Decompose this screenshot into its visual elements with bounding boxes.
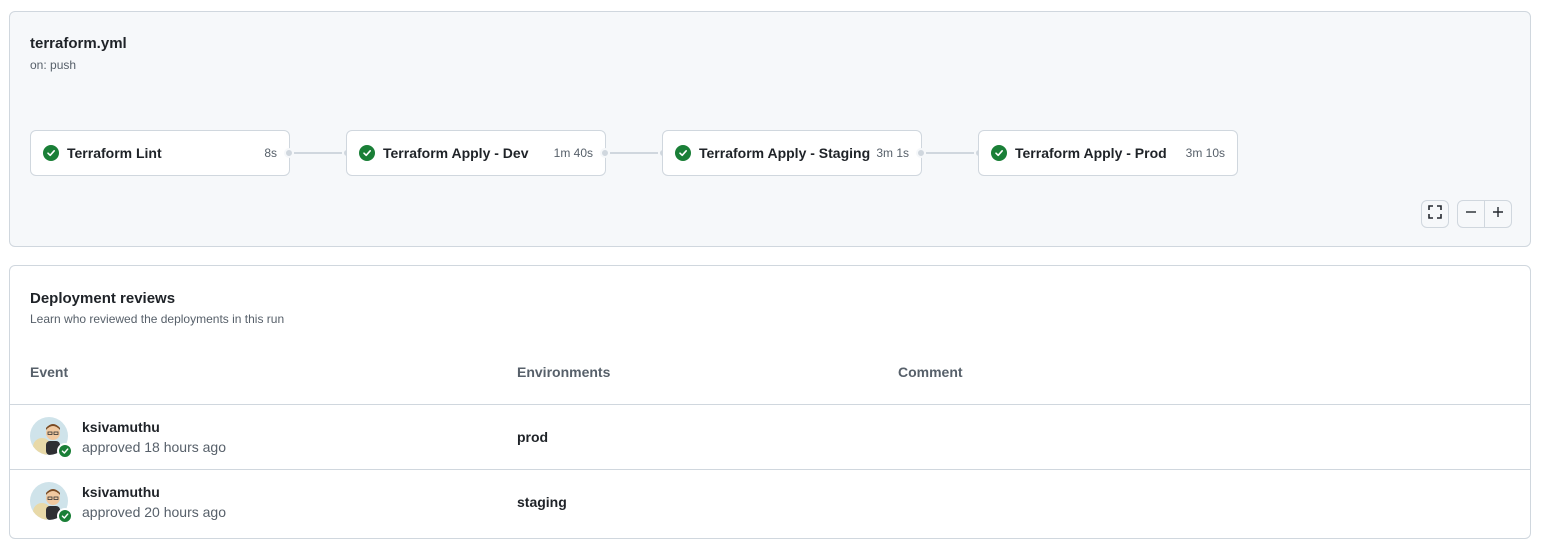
workflow-graph-panel: terraform.yml on: push Terraform Lint 8s… (9, 11, 1531, 247)
check-circle-icon (43, 145, 59, 161)
table-row: ksivamuthu approved 20 hours ago staging (10, 469, 1530, 534)
environment-name: prod (517, 429, 549, 445)
job-output-port (600, 148, 610, 158)
review-action: approved 18 hours ago (82, 439, 226, 455)
job-name: Terraform Apply - Prod (1015, 145, 1167, 161)
job-terraform-apply-dev[interactable]: Terraform Apply - Dev 1m 40s (346, 130, 606, 176)
fullscreen-icon (1428, 204, 1442, 224)
section-subtitle: Learn who reviewed the deployments in th… (30, 312, 285, 326)
reviewer-username[interactable]: ksivamuthu (82, 419, 160, 435)
minus-icon (1465, 205, 1477, 223)
avatar[interactable] (30, 417, 73, 459)
job-terraform-lint[interactable]: Terraform Lint 8s (30, 130, 290, 176)
deployment-reviews-panel: Deployment reviews Learn who reviewed th… (9, 265, 1531, 539)
zoom-out-button[interactable] (1457, 200, 1485, 228)
zoom-in-button[interactable] (1484, 200, 1512, 228)
job-duration: 1m 40s (553, 146, 593, 160)
job-connector (294, 152, 342, 154)
workflow-title: terraform.yml (30, 35, 127, 52)
job-duration: 3m 1s (876, 146, 909, 160)
job-terraform-apply-staging[interactable]: Terraform Apply - Staging 3m 1s (662, 130, 922, 176)
job-name: Terraform Apply - Staging (699, 145, 871, 161)
plus-icon (1492, 205, 1504, 223)
approved-check-icon (57, 443, 73, 459)
check-circle-icon (359, 145, 375, 161)
reviewer-username[interactable]: ksivamuthu (82, 484, 160, 500)
column-header-event: Event (30, 364, 69, 380)
job-output-port (284, 148, 294, 158)
section-title: Deployment reviews (30, 290, 176, 307)
environment-name: staging (517, 494, 567, 510)
job-name: Terraform Lint (67, 145, 162, 161)
job-connector (926, 152, 974, 154)
column-header-comment: Comment (898, 364, 963, 380)
review-action: approved 20 hours ago (82, 504, 226, 520)
avatar[interactable] (30, 482, 73, 524)
job-terraform-apply-prod[interactable]: Terraform Apply - Prod 3m 10s (978, 130, 1238, 176)
column-header-environments: Environments (517, 364, 611, 380)
check-circle-icon (991, 145, 1007, 161)
approved-check-icon (57, 508, 73, 524)
check-circle-icon (675, 145, 691, 161)
job-output-port (916, 148, 926, 158)
job-duration: 8s (264, 146, 277, 160)
job-connector (610, 152, 658, 154)
job-name: Terraform Apply - Dev (383, 145, 529, 161)
workflow-trigger: on: push (30, 58, 77, 72)
job-duration: 3m 10s (1185, 146, 1225, 160)
fullscreen-button[interactable] (1421, 200, 1449, 228)
table-row: ksivamuthu approved 18 hours ago prod (10, 404, 1530, 469)
